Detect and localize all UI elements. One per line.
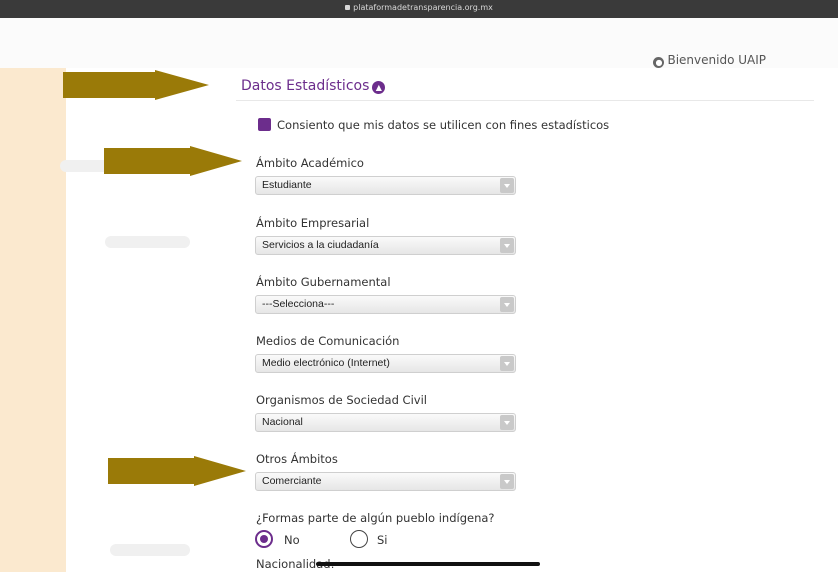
select-value: Nacional (262, 416, 303, 428)
chevron-up-icon[interactable]: ▲ (372, 81, 386, 94)
consent-checkbox-row[interactable]: Consiento que mis datos se utilicen con … (258, 118, 609, 132)
dropdown-arrow-icon (500, 178, 514, 193)
label-otros-ambitos: Otros Ámbitos (256, 452, 338, 466)
annotation-arrow-1 (63, 70, 209, 100)
dropdown-arrow-icon (500, 356, 514, 371)
dropdown-arrow-icon (500, 297, 514, 312)
dropdown-arrow-icon (500, 474, 514, 489)
select-organismos-sociedad-civil[interactable]: Nacional (255, 413, 516, 432)
label-ambito-empresarial: Ámbito Empresarial (256, 216, 370, 230)
blurred-placeholder (105, 236, 190, 248)
welcome-user[interactable]: ● Bienvenido UAIP (653, 53, 766, 68)
select-value: Comerciante (262, 475, 322, 487)
lock-icon (345, 5, 351, 10)
home-indicator (316, 562, 540, 566)
select-value: Medio electrónico (Internet) (262, 357, 390, 369)
radio-no-label: No (284, 533, 300, 547)
label-organismos-sociedad-civil: Organismos de Sociedad Civil (256, 393, 427, 407)
radio-si-label: Si (377, 533, 388, 547)
left-decorative-band (0, 68, 66, 572)
select-ambito-academico[interactable]: Estudiante (255, 176, 516, 195)
section-title: Datos Estadísticos (241, 78, 370, 94)
select-otros-ambitos[interactable]: Comerciante (255, 472, 516, 491)
label-medios-comunicacion: Medios de Comunicación (256, 334, 400, 348)
welcome-text: Bienvenido UAIP (667, 53, 766, 67)
label-ambito-academico: Ámbito Académico (256, 156, 364, 170)
consent-label: Consiento que mis datos se utilicen con … (277, 118, 610, 132)
dropdown-arrow-icon (500, 415, 514, 430)
dropdown-arrow-icon (500, 238, 514, 253)
select-ambito-gubernamental[interactable]: ---Selecciona--- (255, 295, 516, 314)
top-header: ● Bienvenido UAIP (0, 18, 838, 68)
select-value: Estudiante (262, 179, 312, 191)
radio-no[interactable] (255, 530, 273, 548)
divider (236, 100, 814, 101)
radio-si[interactable] (350, 530, 368, 548)
user-icon: ● (653, 57, 665, 68)
select-value: Servicios a la ciudadanía (262, 239, 379, 251)
form-content-area (66, 68, 838, 572)
label-ambito-gubernamental: Ámbito Gubernamental (256, 275, 391, 289)
url-text: plataformadetransparencia.org.mx (353, 3, 493, 12)
section-datos-estadisticos[interactable]: Datos Estadísticos ▲ (241, 78, 386, 94)
select-ambito-empresarial[interactable]: Servicios a la ciudadanía (255, 236, 516, 255)
consent-checkbox[interactable] (258, 118, 271, 131)
browser-url-bar[interactable]: plataformadetransparencia.org.mx (0, 0, 838, 18)
label-pueblo-indigena: ¿Formas parte de algún pueblo indígena? (256, 511, 495, 525)
blurred-placeholder (110, 544, 190, 556)
select-value: ---Selecciona--- (262, 298, 335, 310)
select-medios-comunicacion[interactable]: Medio electrónico (Internet) (255, 354, 516, 373)
annotation-arrow-3 (108, 456, 246, 486)
annotation-arrow-2 (104, 146, 242, 176)
